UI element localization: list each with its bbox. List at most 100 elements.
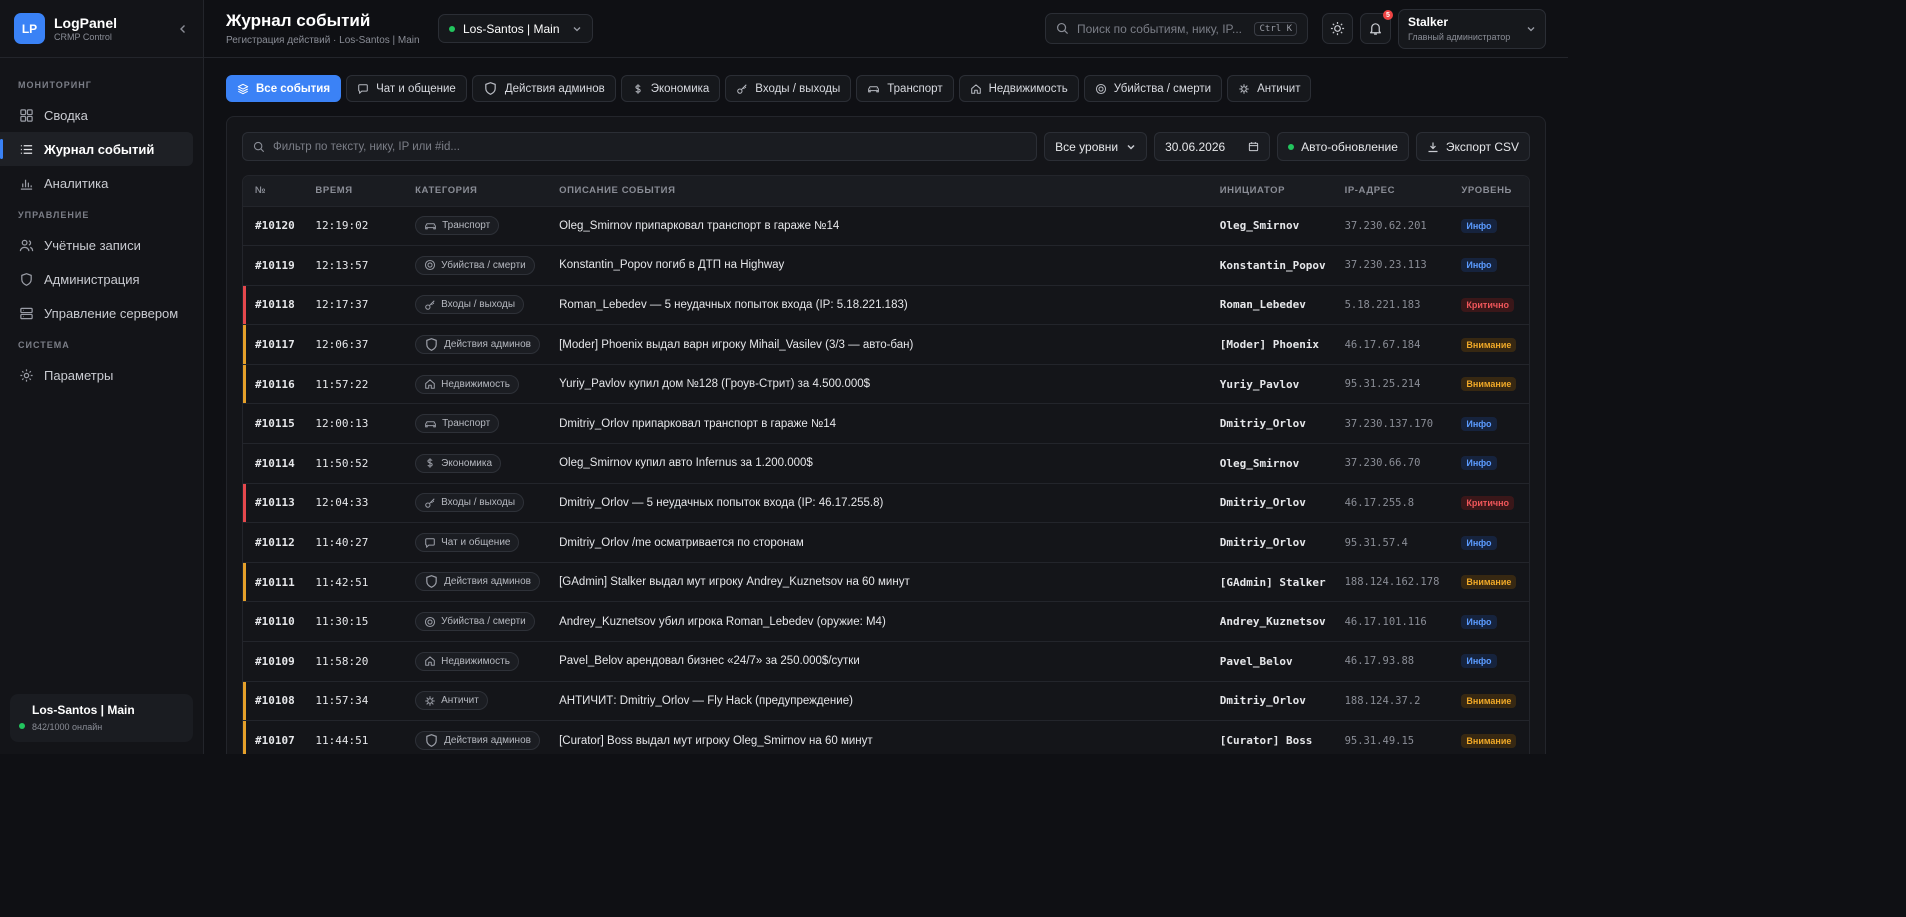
table-row[interactable]: #10120 12:19:02 Транспорт Oleg_Smirnov прип… (243, 206, 1529, 247)
sidebar: LP LogPanel CRMP Control МОНИТОРИНГ Сводк… (0, 0, 204, 754)
auto-refresh-toggle[interactable]: Авто-обновление (1277, 132, 1409, 161)
category-chip[interactable]: Входы / выходы (415, 295, 525, 315)
event-description: [GAdmin] Stalker выдал мут игроку Andrey… (547, 562, 1208, 603)
shield-icon (424, 574, 439, 589)
event-initiator[interactable]: Dmitriy_Orlov (1207, 403, 1333, 445)
event-initiator[interactable]: Yuriy_Pavlov (1207, 364, 1333, 405)
event-initiator[interactable]: [GAdmin] Stalker (1207, 562, 1333, 603)
category-tab[interactable]: Транспорт (856, 75, 954, 102)
category-chip[interactable]: Действия админов (415, 572, 540, 592)
category-tab[interactable]: Чат и общение (346, 75, 467, 102)
event-initiator[interactable]: Dmitriy_Orlov (1207, 681, 1333, 722)
sidebar-item[interactable]: Аналитика (0, 166, 203, 200)
event-initiator[interactable]: Andrey_Kuznetsov (1207, 601, 1333, 643)
event-ip: 95.31.49.15 (1332, 720, 1450, 754)
category-tab[interactable]: Входы / выходы (725, 75, 852, 102)
event-initiator[interactable]: [Moder] Phoenix (1207, 324, 1333, 365)
event-initiator[interactable]: Roman_Lebedev (1207, 285, 1333, 326)
table-row[interactable]: #10114 11:50:52 Экономика Oleg_Smirnov купи… (243, 443, 1529, 484)
event-initiator[interactable]: Pavel_Belov (1207, 641, 1333, 682)
sidebar-item[interactable]: Управление сервером (0, 296, 203, 330)
sidebar-item[interactable]: Параметры (0, 358, 203, 392)
table-row[interactable]: #10112 11:40:27 Чат и общение Dmitriy_Orlov… (243, 522, 1529, 563)
category-chip[interactable]: Транспорт (415, 216, 500, 236)
category-tab[interactable]: Убийства / смерти (1083, 75, 1223, 102)
category-tab[interactable]: Все события (226, 75, 342, 102)
column-header[interactable]: № (243, 176, 304, 207)
tab-label: Действия админов (504, 82, 605, 95)
category-chip[interactable]: Входы / выходы (415, 493, 525, 513)
app-name: LogPanel (54, 15, 118, 31)
event-initiator[interactable]: Dmitriy_Orlov (1207, 522, 1333, 563)
category-label: Входы / выходы (441, 497, 516, 509)
category-chip[interactable]: Убийства / смерти (415, 255, 535, 275)
server-select[interactable]: Los-Santos | Main (438, 14, 593, 43)
dollar-icon (632, 83, 644, 95)
category-tab[interactable]: Античит (1227, 75, 1312, 102)
category-chip[interactable]: Экономика (415, 453, 502, 473)
filter-input[interactable] (273, 140, 1027, 153)
event-initiator[interactable]: Oleg_Smirnov (1207, 206, 1333, 247)
server-status[interactable]: Los-Santos | Main 842/1000 онлайн (10, 694, 193, 742)
category-chip[interactable]: Транспорт (415, 414, 500, 434)
table-row[interactable]: #10118 12:17:37 Входы / выходы Roman_Lebede… (243, 285, 1529, 326)
bug-icon (1238, 83, 1250, 95)
event-id: #10111 (243, 562, 304, 603)
sidebar-item[interactable]: Журнал событий (0, 132, 193, 166)
events-panel: Все уровни 30.06.2026 Авто-обновление (226, 116, 1546, 754)
event-level-cell: Внимание (1449, 681, 1529, 722)
table-row[interactable]: #10109 11:58:20 Недвижимость Pavel_Belov ар… (243, 641, 1529, 682)
category-chip[interactable]: Действия админов (415, 730, 540, 750)
event-id: #10112 (243, 522, 304, 563)
table-row[interactable]: #10116 11:57:22 Недвижимость Yuriy_Pavlov к… (243, 364, 1529, 405)
column-header[interactable]: ВРЕМЯ (303, 176, 404, 207)
export-csv-button[interactable]: Экспорт CSV (1415, 132, 1530, 161)
event-id: #10117 (243, 324, 304, 365)
category-label: Чат и общение (441, 537, 511, 549)
sidebar-item[interactable]: Администрация (0, 262, 203, 296)
table-row[interactable]: #10119 12:13:57 Убийства / смерти Konstanti… (243, 245, 1529, 286)
event-initiator[interactable]: Dmitriy_Orlov (1207, 483, 1333, 524)
table-row[interactable]: #10110 11:30:15 Убийства / смерти Andrey_Ku… (243, 601, 1529, 643)
event-initiator[interactable]: Konstantin_Popov (1207, 245, 1333, 286)
theme-toggle-button[interactable] (1322, 13, 1353, 44)
table-row[interactable]: #10115 12:00:13 Транспорт Dmitriy_Orlov при… (243, 403, 1529, 445)
column-header[interactable]: ИНИЦИАТОР (1207, 176, 1333, 207)
calendar-icon[interactable] (1248, 141, 1259, 152)
category-chip[interactable]: Убийства / смерти (415, 612, 535, 632)
category-chip[interactable]: Недвижимость (415, 651, 519, 671)
table-row[interactable]: #10117 12:06:37 Действия админов [Moder] Ph… (243, 324, 1529, 365)
key-icon (424, 497, 436, 509)
global-search-input[interactable] (1077, 21, 1255, 36)
category-chip[interactable]: Чат и общение (415, 533, 520, 553)
user-menu[interactable]: Stalker Главный администратор (1398, 8, 1546, 49)
category-chip[interactable]: Действия админов (415, 334, 540, 354)
app-subtitle: CRMP Control (54, 32, 112, 42)
table-row[interactable]: #10108 11:57:34 Античит АНТИЧИТ: Dmitriy_Or… (243, 681, 1529, 722)
category-chip[interactable]: Недвижимость (415, 374, 519, 394)
column-header[interactable]: КАТЕГОРИЯ (403, 176, 548, 207)
app-logo: LP (14, 13, 45, 44)
sidebar-item[interactable]: Учётные записи (0, 228, 203, 262)
category-tab[interactable]: Недвижимость (958, 75, 1079, 102)
collapse-sidebar-icon[interactable] (177, 23, 189, 35)
notifications-button[interactable]: 5 (1360, 10, 1393, 44)
column-header[interactable]: УРОВЕНЬ (1449, 176, 1529, 207)
level-select[interactable]: Все уровни (1044, 132, 1148, 161)
column-header[interactable]: ОПИСАНИЕ СОБЫТИЯ (547, 176, 1208, 207)
category-tab[interactable]: Экономика (620, 75, 721, 102)
table-row[interactable]: #10107 11:44:51 Действия админов [Curator] … (243, 720, 1529, 754)
event-category-cell: Недвижимость (403, 364, 548, 405)
global-search[interactable]: Ctrl K (1045, 13, 1308, 44)
category-chip[interactable]: Античит (415, 691, 488, 711)
event-initiator[interactable]: Oleg_Smirnov (1207, 443, 1333, 484)
table-row[interactable]: #10111 11:42:51 Действия админов [GAdmin] S… (243, 562, 1529, 603)
date-picker[interactable]: 30.06.2026 (1154, 132, 1271, 161)
filter-field[interactable] (242, 132, 1038, 161)
event-initiator[interactable]: [Curator] Boss (1207, 720, 1333, 754)
sidebar-item[interactable]: Сводка (0, 98, 203, 132)
category-tab[interactable]: Действия админов (471, 75, 616, 102)
table-row[interactable]: #10113 12:04:33 Входы / выходы Dmitriy_Orlo… (243, 483, 1529, 524)
column-header[interactable]: IP-АДРЕС (1332, 176, 1450, 207)
category-label: Недвижимость (441, 378, 510, 390)
